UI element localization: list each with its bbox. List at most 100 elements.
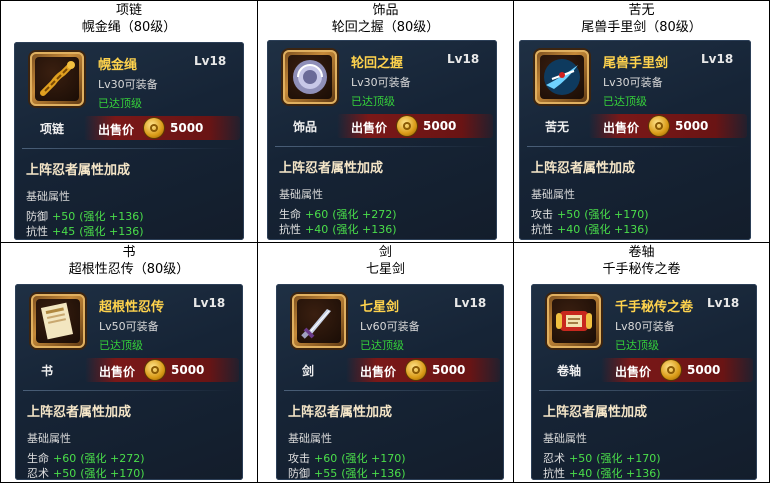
stat-label: 生命 bbox=[279, 208, 301, 221]
stat-row: 抗性 +40 (强化 +136) bbox=[543, 465, 661, 480]
coin-icon bbox=[661, 360, 681, 380]
bonus-section-title: 上阵忍者属性加成 bbox=[288, 405, 393, 420]
item-type-label: 剑 bbox=[302, 364, 315, 378]
stat-enhance: (强化 +136) bbox=[584, 223, 649, 236]
stat-enhance: (强化 +170) bbox=[584, 208, 649, 221]
item-title: 尾兽手里剑（80级） bbox=[581, 20, 702, 35]
category-header: 剑 bbox=[378, 245, 392, 260]
item-name: 七星剑 bbox=[360, 300, 400, 315]
item-level: Lv18 bbox=[193, 296, 226, 310]
bonus-section-title: 上阵忍者属性加成 bbox=[27, 405, 132, 420]
sell-price-label: 出售价 bbox=[351, 121, 388, 135]
max-level-status: 已达顶级 bbox=[99, 339, 143, 352]
item-type-label: 项链 bbox=[40, 122, 65, 136]
stat-label: 防御 bbox=[26, 210, 48, 223]
bonus-section-title: 上阵忍者属性加成 bbox=[26, 163, 131, 178]
item-level: Lv18 bbox=[447, 52, 480, 66]
item-name: 轮回之握 bbox=[351, 56, 404, 71]
stat-row: 忍术 +50 (强化 +170) bbox=[27, 465, 145, 480]
sell-price-value: 5000 bbox=[170, 121, 204, 135]
stat-label: 忍术 bbox=[543, 452, 565, 465]
stat-label: 抗性 bbox=[26, 225, 48, 238]
base-attributes-label: 基础属性 bbox=[531, 188, 575, 201]
stat-enhance: (强化 +272) bbox=[332, 208, 397, 221]
sell-price-label: 出售价 bbox=[360, 365, 397, 379]
stat-row: 抗性 +45 (强化 +136) bbox=[26, 223, 144, 239]
divider bbox=[539, 390, 749, 391]
item-name: 超根性忍传 bbox=[99, 300, 165, 315]
item-title: 轮回之握（80级） bbox=[331, 20, 440, 35]
equip-requirement: Lv30可装备 bbox=[603, 76, 663, 89]
stat-enhance: (强化 +272) bbox=[80, 452, 145, 465]
stat-value: +45 bbox=[52, 225, 76, 238]
item-tooltip-card: 七星剑 Lv18 Lv60可装备 已达顶级剑 出售价 5000 上阵忍者属性加成 基础属性 攻击… bbox=[276, 284, 504, 480]
stat-row: 生命 +60 (强化 +272) bbox=[27, 450, 145, 466]
stat-enhance: (强化 +170) bbox=[80, 467, 145, 480]
stat-value: +40 bbox=[305, 223, 329, 236]
stat-label: 攻击 bbox=[288, 452, 310, 465]
item-tooltip-card: 幌金绳 Lv18 Lv30可装备 已达顶级 项链 出售价 5000 上阵忍者属性加成 基础属性防… bbox=[14, 42, 244, 240]
category-header: 饰品 bbox=[372, 3, 399, 18]
item-type-label: 书 bbox=[41, 364, 54, 378]
item-title: 千手秘传之卷 bbox=[602, 262, 681, 277]
stat-label: 抗性 bbox=[543, 467, 565, 480]
stat-row: 抗性 +40 (强化 +136) bbox=[531, 221, 649, 237]
item-icon-frame bbox=[283, 50, 337, 104]
base-attributes-label: 基础属性 bbox=[27, 432, 71, 445]
equip-requirement: Lv80可装备 bbox=[615, 320, 675, 333]
stat-enhance: (强化 +136) bbox=[79, 225, 144, 238]
stat-label: 生命 bbox=[27, 452, 49, 465]
stat-row: 攻击 +60 (强化 +170) bbox=[288, 450, 406, 466]
base-attributes-label: 基础属性 bbox=[543, 432, 587, 445]
item-tooltip-card: 尾兽手里剑 Lv18 Lv30可装备 已达顶级 苦无 出售价 5000 上阵忍者属性加成 基础属… bbox=[519, 40, 751, 240]
stat-value: +50 bbox=[53, 467, 77, 480]
stat-row: 防御 +50 (强化 +136) bbox=[26, 208, 144, 224]
stat-row: 生命 +60 (强化 +272) bbox=[279, 206, 397, 222]
bonus-section-title: 上阵忍者属性加成 bbox=[531, 161, 636, 176]
stat-label: 防御 bbox=[288, 467, 310, 480]
item-title: 七星剑 bbox=[365, 262, 405, 277]
equip-requirement: Lv50可装备 bbox=[99, 320, 159, 333]
stat-value: +40 bbox=[569, 467, 593, 480]
base-attributes-label: 基础属性 bbox=[26, 190, 70, 203]
category-header: 项链 bbox=[115, 3, 142, 18]
item-type-label: 卷轴 bbox=[557, 364, 582, 378]
stat-enhance: (强化 +170) bbox=[341, 452, 406, 465]
max-level-status: 已达顶级 bbox=[360, 339, 404, 352]
bonus-section-title: 上阵忍者属性加成 bbox=[279, 161, 384, 176]
sell-price-label: 出售价 bbox=[603, 121, 640, 135]
bonus-section-title: 上阵忍者属性加成 bbox=[543, 405, 648, 420]
stat-enhance: (强化 +136) bbox=[79, 210, 144, 223]
stat-label: 抗性 bbox=[279, 223, 301, 236]
stat-enhance: (强化 +136) bbox=[596, 467, 661, 480]
item-type-label: 饰品 bbox=[293, 120, 318, 134]
item-tooltip-card: 轮回之握 Lv18 Lv30可装备 已达顶级 饰品 出售价 5000 上阵忍者属性加成 基础属性… bbox=[267, 40, 497, 240]
item-title: 幌金绳（80级） bbox=[81, 20, 177, 35]
category-header: 苦无 bbox=[628, 3, 655, 18]
sell-price-label: 出售价 bbox=[99, 365, 136, 379]
coin-icon bbox=[649, 116, 669, 136]
stat-value: +50 bbox=[569, 452, 593, 465]
stat-row: 防御 +55 (强化 +136) bbox=[288, 465, 406, 480]
stat-value: +55 bbox=[314, 467, 338, 480]
stat-value: +60 bbox=[314, 452, 338, 465]
coin-icon bbox=[397, 116, 417, 136]
item-type-label: 苦无 bbox=[545, 120, 570, 134]
item-icon-frame bbox=[547, 294, 601, 348]
base-attributes-label: 基础属性 bbox=[279, 188, 323, 201]
item-level: Lv18 bbox=[454, 296, 487, 310]
item-title: 超根性忍传（80级） bbox=[68, 262, 190, 277]
coin-icon bbox=[144, 118, 164, 138]
category-header: 书 bbox=[122, 245, 136, 260]
item-icon-frame bbox=[535, 50, 589, 104]
item-level: Lv18 bbox=[194, 54, 227, 68]
sell-price-value: 5000 bbox=[675, 119, 709, 133]
item-tooltip-card: 千手秘传之卷 Lv18 Lv80可装备 已达顶级 卷轴 出售价 5000 上阵忍者属性加成 基础… bbox=[531, 284, 757, 480]
coin-icon bbox=[145, 360, 165, 380]
stat-enhance: (强化 +136) bbox=[341, 467, 406, 480]
divider bbox=[284, 390, 496, 391]
sell-price-label: 出售价 bbox=[615, 365, 652, 379]
item-tooltip-card: 超根性忍传 Lv18 Lv50可装备 已达顶级书 出售价 5000 上阵忍者属性加成 基础属性… bbox=[15, 284, 243, 480]
max-level-status: 已达顶级 bbox=[603, 95, 647, 108]
base-attributes-label: 基础属性 bbox=[288, 432, 332, 445]
